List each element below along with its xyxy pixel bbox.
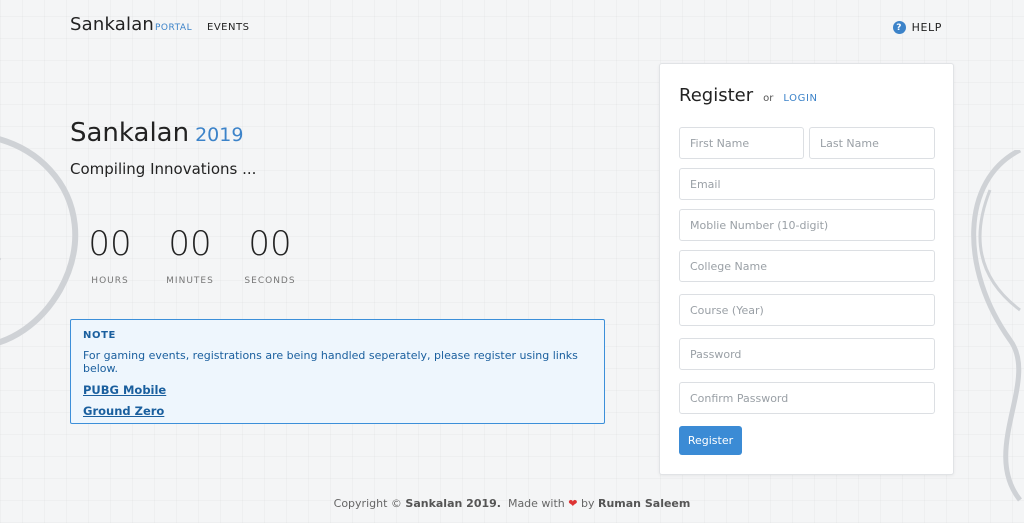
note-text: For gaming events, registrations are bei… [83,349,578,375]
countdown-hours: 00 HOURS [70,222,150,286]
gaming-note-box: NOTE For gaming events, registrations ar… [70,319,605,424]
top-navbar: Sankalan PORTAL EVENTS ? HELP [70,14,942,42]
help-label: HELP [911,21,942,34]
heart-icon: ❤ [568,497,578,510]
confirm-password-field[interactable] [679,382,935,414]
email-field[interactable] [679,168,935,200]
countdown-value: 00 [168,224,212,264]
footer-site: Sankalan 2019. [405,497,501,510]
hero-tagline: Compiling Innovations ... [70,160,257,178]
right-swirl-decoration [971,150,1022,502]
mobile-number-field[interactable] [679,209,935,241]
college-name-field[interactable] [679,250,935,282]
countdown-label: MINUTES [166,276,214,286]
hero-title: Sankalan 2019 [70,118,243,148]
footer-copyright: Copyright © [333,497,402,510]
help-link[interactable]: ? HELP [892,21,942,34]
countdown-value: 00 [88,224,132,264]
footer-made-with: Made with [507,497,565,510]
footer-by: by [581,497,595,510]
ground-zero-link[interactable]: Ground Zero [83,404,592,418]
register-card: Register or LOGIN Register [659,63,954,475]
hero-title-text: Sankalan [70,118,190,148]
register-button[interactable]: Register [679,426,742,455]
countdown-seconds: 00 SECONDS [230,222,310,286]
help-icon: ? [892,21,906,34]
course-year-field[interactable] [679,294,935,326]
countdown-minutes: 00 MINUTES [150,222,230,286]
brand-portal-label[interactable]: PORTAL [155,23,192,33]
pubg-mobile-link[interactable]: PUBG Mobile [83,383,592,397]
register-title: Register [679,85,754,106]
footer: Copyright © Sankalan 2019. Made with ❤ b… [0,497,1024,510]
brand-logo[interactable]: Sankalan [70,14,154,35]
hero-year: 2019 [195,124,244,146]
footer-author: Ruman Saleem [598,497,691,510]
last-name-field[interactable] [809,127,935,159]
or-text: or [763,93,774,104]
countdown-value: 00 [248,224,292,264]
countdown-timer: 00 HOURS 00 MINUTES 00 SECONDS [70,222,310,286]
countdown-label: SECONDS [244,276,296,286]
password-field[interactable] [679,338,935,370]
register-header: Register or LOGIN [679,85,818,106]
countdown-label: HOURS [91,276,129,286]
login-link[interactable]: LOGIN [783,93,817,104]
note-title: NOTE [83,330,116,341]
nav-events-link[interactable]: EVENTS [207,22,249,33]
first-name-field[interactable] [679,127,804,159]
